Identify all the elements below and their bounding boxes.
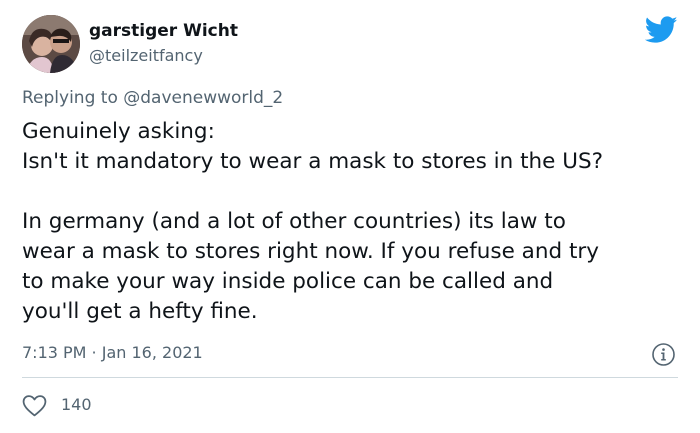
tweet-text-line xyxy=(22,177,682,207)
info-icon[interactable] xyxy=(651,342,676,367)
tweet-text: Genuinely asking: Isn't it mandatory to … xyxy=(22,117,682,327)
tweet-text-line: to make your way inside police can be ca… xyxy=(22,269,554,294)
tweet-text-line: In germany (and a lot of other countries… xyxy=(22,209,566,234)
display-name[interactable]: garstiger Wicht xyxy=(89,20,238,42)
divider xyxy=(22,377,678,378)
tweet-card: garstiger Wicht @teilzeitfancy Replying … xyxy=(0,0,700,433)
reply-prefix: Replying to xyxy=(22,88,118,108)
tweet-text-line: Genuinely asking: xyxy=(22,119,215,144)
avatar[interactable] xyxy=(22,15,80,73)
like-count: 140 xyxy=(61,395,92,414)
tweet-timestamp[interactable]: 7:13 PM · Jan 16, 2021 xyxy=(22,342,203,364)
user-handle[interactable]: @teilzeitfancy xyxy=(89,45,203,67)
twitter-bird-icon[interactable] xyxy=(644,16,678,44)
tweet-text-line: Isn't it mandatory to wear a mask to sto… xyxy=(22,149,604,174)
heart-icon[interactable] xyxy=(22,394,47,417)
tweet-text-line: wear a mask to stores right now. If you … xyxy=(22,239,599,264)
tweet-text-line: you'll get a hefty fine. xyxy=(22,299,258,324)
reply-context: Replying to @davenewworld_2 xyxy=(22,86,283,110)
reply-mention-link[interactable]: @davenewworld_2 xyxy=(123,88,283,108)
